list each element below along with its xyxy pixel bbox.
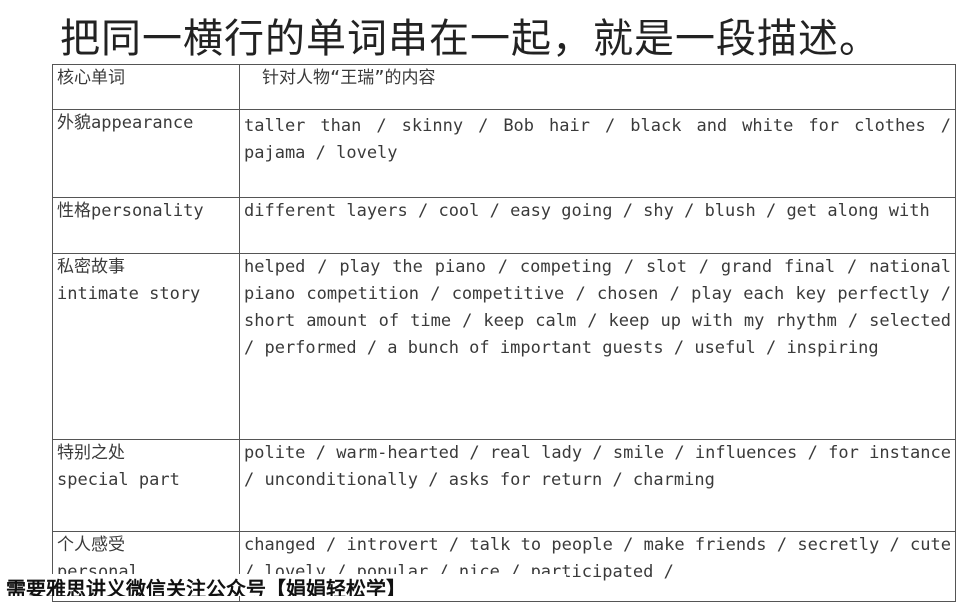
row-label-line: intimate story — [57, 284, 201, 304]
header-content-cell: 针对人物“王瑞”的内容 — [239, 64, 956, 110]
footer-banner: 需要雅思讲义微信关注公众号【娟娟轻松学】 — [0, 574, 566, 596]
row-content-text: different layers / cool / easy going / s… — [244, 201, 930, 221]
row-content-personality: different layers / cool / easy going / s… — [239, 197, 956, 254]
row-label-line: 个人感受 — [57, 535, 125, 555]
table-row: 外貌appearance taller than / skinny / Bob … — [52, 109, 956, 198]
header-keyword-cell: 核心单词 — [52, 64, 240, 110]
row-content-appearance: taller than / skinny / Bob hair / black … — [239, 109, 956, 198]
row-label-personality: 性格personality — [52, 197, 240, 254]
table-row: 性格personality different layers / cool / … — [52, 197, 956, 254]
row-content-text: helped / play the piano / competing / sl… — [244, 257, 951, 358]
row-content-text: taller than / skinny / Bob hair / black … — [244, 116, 951, 163]
row-label-line: 私密故事 — [57, 257, 125, 277]
row-label-appearance: 外貌appearance — [52, 109, 240, 198]
row-label-line: special part — [57, 470, 180, 490]
row-content-special-part: polite / warm-hearted / real lady / smil… — [239, 439, 956, 532]
row-label-special-part: 特别之处 special part — [52, 439, 240, 532]
row-label-line: 外貌appearance — [57, 113, 194, 133]
table-header-row: 核心单词 针对人物“王瑞”的内容 — [52, 64, 956, 110]
row-content-intimate-story: helped / play the piano / competing / sl… — [239, 253, 956, 440]
table-row: 特别之处 special part polite / warm-hearted … — [52, 439, 956, 532]
table-row: 私密故事 intimate story helped / play the pi… — [52, 253, 956, 440]
slide-title: 把同一横行的单词串在一起，就是一段描述。 — [60, 16, 880, 62]
vocab-table: 核心单词 针对人物“王瑞”的内容 外貌appearance taller tha… — [52, 64, 956, 602]
row-label-line: 性格personality — [57, 201, 204, 221]
row-content-text: polite / warm-hearted / real lady / smil… — [244, 443, 951, 490]
row-label-line: 特别之处 — [57, 443, 125, 463]
row-label-intimate-story: 私密故事 intimate story — [52, 253, 240, 440]
